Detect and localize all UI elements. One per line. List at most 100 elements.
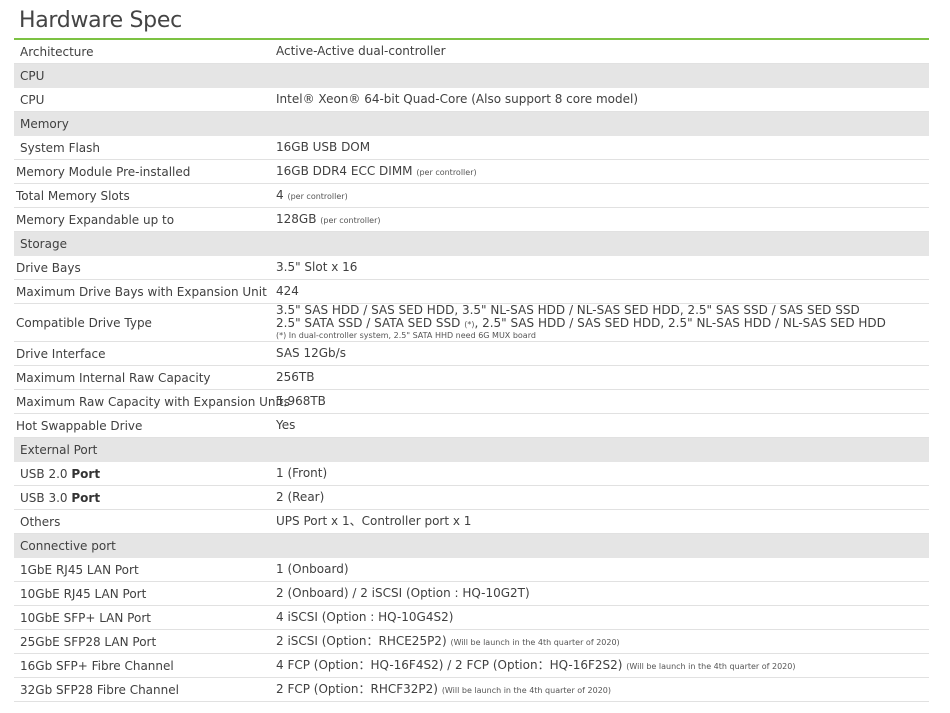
row-value: SAS 12Gb/s	[276, 346, 346, 360]
row-label-text: USB 3.0	[20, 490, 68, 505]
row-value: 16GB DDR4 ECC DIMM (per controller)	[276, 163, 929, 179]
table-row: 1GbE RJ45 LAN Port 1 (Onboard)	[14, 558, 929, 582]
page-title: Hardware Spec	[19, 8, 182, 33]
row-label: Maximum Drive Bays with Expansion Unit	[16, 284, 267, 299]
value-text: 4	[276, 187, 284, 202]
value-text: 2 iSCSI (Option：RHCE25P2)	[276, 633, 447, 648]
table-row: 10GbE SFP+ LAN Port 4 iSCSI (Option : HQ…	[14, 606, 929, 630]
row-value: 1 (Front)	[276, 466, 328, 480]
row-value: 4 FCP (Option：HQ-16F4S2) / 2 FCP (Option…	[276, 657, 929, 673]
section-header-memory: Memory	[14, 112, 929, 136]
section-header-storage: Storage	[14, 232, 929, 256]
section-header-connective-port: Connective port	[14, 534, 929, 558]
value-text: 2 FCP (Option：RHCF32P2)	[276, 681, 438, 696]
section-header-cpu: CPU	[14, 64, 929, 88]
row-value: 2 iSCSI (Option：RHCE25P2) (Will be launc…	[276, 633, 929, 649]
value-line-2b: , 2.5" SAS HDD / SAS SED HDD, 2.5" NL-SA…	[474, 316, 886, 330]
row-label: Maximum Raw Capacity with Expansion Unit…	[16, 394, 290, 409]
spec-table: Architecture Active-Active dual-controll…	[14, 40, 929, 702]
row-value: 3.5" Slot x 16	[276, 260, 358, 274]
value-note: (per controller)	[287, 191, 348, 201]
row-value: Active-Active dual-controller	[276, 44, 446, 58]
row-label: System Flash	[20, 140, 101, 155]
table-row: Hot Swappable Drive Yes	[14, 414, 929, 438]
row-label: Maximum Internal Raw Capacity	[16, 370, 211, 385]
value-text: 4 FCP (Option：HQ-16F4S2) / 2 FCP (Option…	[276, 657, 623, 672]
spec-page: Hardware Spec Architecture Active-Active…	[0, 0, 950, 713]
row-value: 3.5" SAS HDD / SAS SED HDD, 3.5" NL-SAS …	[276, 304, 929, 341]
value-line-2a: 2.5" SATA SSD / SATA SED SSD	[276, 316, 461, 330]
row-value: 424	[276, 284, 299, 298]
value-text: 128GB	[276, 211, 317, 226]
row-value: Intel® Xeon® 64-bit Quad-Core (Also supp…	[276, 92, 639, 106]
value-line-2: 2.5" SATA SSD / SATA SED SSD (*), 2.5" S…	[276, 317, 929, 331]
row-value: 128GB (per controller)	[276, 211, 929, 227]
row-label-bold: Port	[71, 466, 101, 481]
footnote-marker: (*)	[464, 320, 475, 329]
table-row: CPU Intel® Xeon® 64-bit Quad-Core (Also …	[14, 88, 929, 112]
value-note: (Will be launch in the 4th quarter of 20…	[450, 637, 620, 647]
table-row: 32Gb SFP28 Fibre Channel 2 FCP (Option：R…	[14, 678, 929, 702]
row-value: 4 iSCSI (Option : HQ-10G4S2)	[276, 610, 454, 624]
table-row: Memory Module Pre-installed 16GB DDR4 EC…	[14, 160, 929, 184]
row-label: Architecture	[20, 44, 94, 59]
table-row: Memory Expandable up to 128GB (per contr…	[14, 208, 929, 232]
table-row: Maximum Raw Capacity with Expansion Unit…	[14, 390, 929, 414]
row-label: USB 2.0 Port	[14, 467, 276, 481]
row-value: 2 (Rear)	[276, 490, 325, 504]
table-row: Architecture Active-Active dual-controll…	[14, 40, 929, 64]
section-title: External Port	[20, 442, 98, 457]
row-label: Total Memory Slots	[16, 188, 130, 203]
row-label: 32Gb SFP28 Fibre Channel	[20, 682, 179, 697]
row-label-bold: Port	[71, 490, 101, 505]
row-value: 1 (Onboard)	[276, 562, 349, 576]
section-title: Connective port	[20, 538, 116, 553]
section-title: Storage	[20, 236, 67, 251]
table-row: System Flash 16GB USB DOM	[14, 136, 929, 160]
row-value: 256TB	[276, 370, 315, 384]
table-row: 25GbE SFP28 LAN Port 2 iSCSI (Option：RHC…	[14, 630, 929, 654]
row-value: UPS Port x 1、Controller port x 1	[276, 514, 472, 528]
row-label: USB 3.0 Port	[14, 491, 276, 505]
section-title: Memory	[20, 116, 69, 131]
table-row: Drive Interface SAS 12Gb/s	[14, 342, 929, 366]
row-label: Memory Module Pre-installed	[16, 164, 191, 179]
row-label: CPU	[20, 92, 45, 107]
row-label: Memory Expandable up to	[16, 212, 175, 227]
row-value: Yes	[276, 418, 296, 432]
row-label: 25GbE SFP28 LAN Port	[20, 634, 157, 649]
table-row: Drive Bays 3.5" Slot x 16	[14, 256, 929, 280]
value-text: 16GB DDR4 ECC DIMM	[276, 163, 413, 178]
row-value: 2 (Onboard) / 2 iSCSI (Option : HQ-10G2T…	[276, 586, 530, 600]
table-row: 16Gb SFP+ Fibre Channel 4 FCP (Option：HQ…	[14, 654, 929, 678]
row-label: Compatible Drive Type	[16, 315, 152, 330]
row-label: Drive Interface	[16, 346, 106, 361]
value-note: (per controller)	[416, 167, 477, 177]
row-label: Hot Swappable Drive	[16, 418, 143, 433]
table-row: Compatible Drive Type 3.5" SAS HDD / SAS…	[14, 304, 929, 342]
table-row: Others UPS Port x 1、Controller port x 1	[14, 510, 929, 534]
section-title: CPU	[20, 68, 45, 83]
row-label: 1GbE RJ45 LAN Port	[20, 562, 139, 577]
table-row: Total Memory Slots 4 (per controller)	[14, 184, 929, 208]
footnote-text: (*) In dual-controller system, 2.5" SATA…	[276, 331, 536, 340]
table-row: USB 3.0 Port 2 (Rear)	[14, 486, 929, 510]
table-row: Maximum Drive Bays with Expansion Unit 4…	[14, 280, 929, 304]
row-label-text: USB 2.0	[20, 466, 68, 481]
row-label: Drive Bays	[16, 260, 81, 275]
row-value: 2 FCP (Option：RHCF32P2) (Will be launch …	[276, 681, 929, 697]
row-value: 5,968TB	[276, 394, 326, 408]
row-label: Others	[20, 514, 61, 529]
row-label: 10GbE RJ45 LAN Port	[20, 586, 147, 601]
table-row: USB 2.0 Port 1 (Front)	[14, 462, 929, 486]
table-row: 10GbE RJ45 LAN Port 2 (Onboard) / 2 iSCS…	[14, 582, 929, 606]
section-header-external-port: External Port	[14, 438, 929, 462]
row-value: 4 (per controller)	[276, 187, 929, 203]
row-label: 10GbE SFP+ LAN Port	[20, 610, 151, 625]
row-label: 16Gb SFP+ Fibre Channel	[20, 658, 174, 673]
value-note: (Will be launch in the 4th quarter of 20…	[441, 685, 612, 695]
row-value: 16GB USB DOM	[276, 140, 371, 154]
table-row: Maximum Internal Raw Capacity 256TB	[14, 366, 929, 390]
value-note: (per controller)	[320, 215, 381, 225]
value-note: (Will be launch in the 4th quarter of 20…	[626, 661, 796, 671]
